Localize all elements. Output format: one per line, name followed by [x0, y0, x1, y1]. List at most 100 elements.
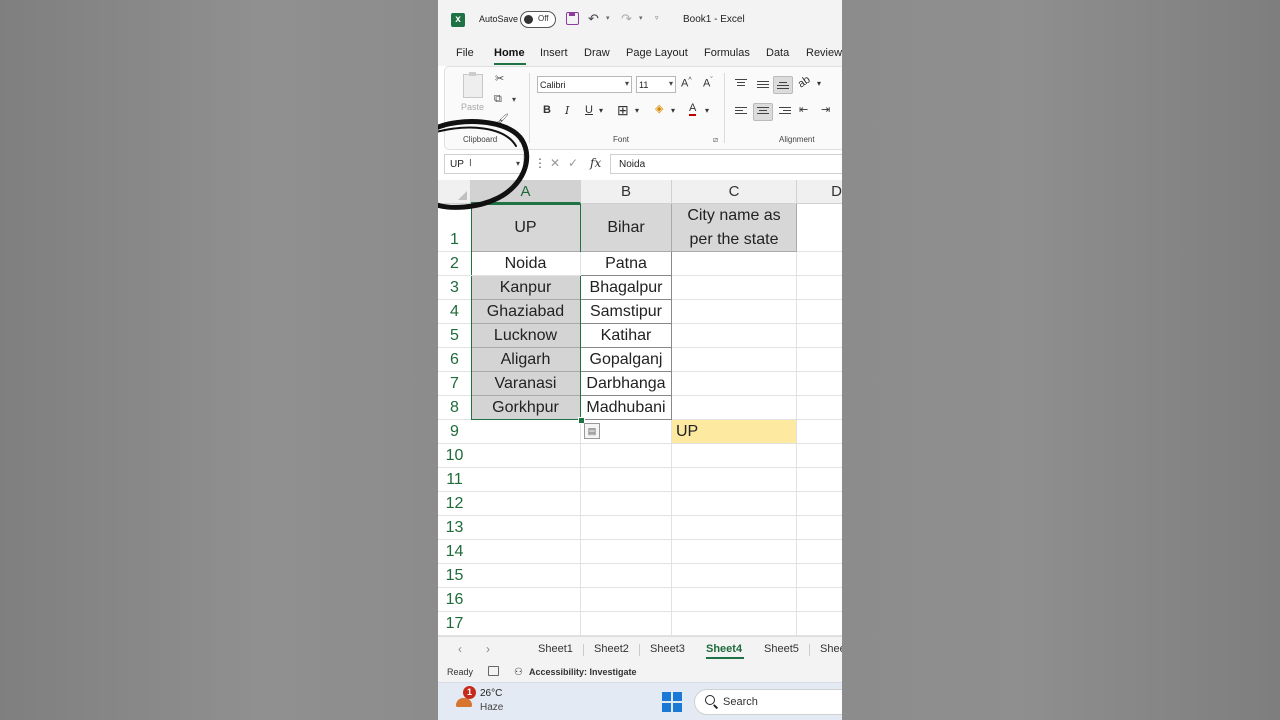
temperature[interactable]: 26°C: [480, 688, 502, 699]
clipboard-launcher-icon[interactable]: ⧄: [519, 135, 524, 145]
empty-cell[interactable]: [797, 372, 842, 396]
accessibility-status[interactable]: Accessibility: Investigate: [529, 667, 637, 677]
empty-cell[interactable]: [672, 516, 797, 540]
undo-dropdown-icon[interactable]: ▾: [606, 14, 610, 22]
empty-cell[interactable]: [672, 372, 797, 396]
align-middle-icon[interactable]: [757, 81, 769, 91]
redo-icon[interactable]: ↷: [621, 11, 632, 27]
font-size-select[interactable]: 11 ▾: [636, 76, 676, 93]
paste-options-icon[interactable]: ▤: [584, 423, 600, 439]
sheet-tab-sheet1[interactable]: Sheet1: [538, 643, 573, 655]
empty-cell[interactable]: [581, 444, 672, 468]
cell-c1[interactable]: City name as per the state: [672, 204, 797, 252]
empty-cell[interactable]: [797, 588, 842, 612]
font-name-select[interactable]: Calibri ▾: [537, 76, 632, 93]
empty-cell[interactable]: [471, 468, 581, 492]
empty-cell[interactable]: [672, 252, 797, 276]
borders-icon[interactable]: ⊞: [617, 102, 629, 119]
empty-cell[interactable]: [581, 540, 672, 564]
align-left-icon[interactable]: [735, 107, 747, 117]
cell-b8[interactable]: Madhubani: [581, 396, 672, 420]
increase-indent-icon[interactable]: ⇥: [821, 103, 830, 116]
row-header[interactable]: 8: [438, 396, 471, 420]
cell-b4[interactable]: Samstipur: [581, 300, 672, 324]
column-header-a[interactable]: A: [471, 180, 581, 204]
row-header[interactable]: 15: [438, 564, 471, 588]
empty-cell[interactable]: [672, 396, 797, 420]
font-color-icon[interactable]: A: [689, 102, 697, 116]
more-options-icon[interactable]: ⋮: [534, 156, 546, 170]
empty-cell[interactable]: [672, 468, 797, 492]
row-header[interactable]: 7: [438, 372, 471, 396]
row-header[interactable]: 13: [438, 516, 471, 540]
tab-home[interactable]: Home: [494, 47, 525, 59]
empty-cell[interactable]: [581, 588, 672, 612]
empty-cell[interactable]: [672, 348, 797, 372]
empty-cell[interactable]: [797, 396, 842, 420]
row-header[interactable]: 17: [438, 612, 471, 636]
cell-b3[interactable]: Bhagalpur: [581, 276, 672, 300]
weather-condition[interactable]: Haze: [480, 702, 503, 713]
windows-start-icon[interactable]: [662, 692, 682, 712]
row-header[interactable]: 3: [438, 276, 471, 300]
copy-icon[interactable]: ⧉: [494, 93, 502, 106]
select-all-button[interactable]: [438, 180, 471, 204]
macro-recorder-icon[interactable]: [488, 666, 499, 676]
format-painter-icon[interactable]: 🖌: [495, 113, 509, 126]
increase-font-icon[interactable]: A^: [681, 77, 692, 90]
save-icon[interactable]: [566, 12, 579, 25]
worksheet-grid[interactable]: A B C D 1 2 3 4 5 6 7 8 9 10 11 12 13 14…: [438, 180, 842, 636]
column-header-c[interactable]: C: [672, 180, 797, 204]
empty-cell[interactable]: [581, 564, 672, 588]
underline-dropdown-icon[interactable]: ▾: [599, 106, 603, 115]
tab-insert[interactable]: Insert: [540, 47, 568, 59]
cell-b7[interactable]: Darbhanga: [581, 372, 672, 396]
decrease-indent-icon[interactable]: ⇤: [799, 103, 808, 116]
cell-b2[interactable]: Patna: [581, 252, 672, 276]
undo-icon[interactable]: ↶: [588, 11, 599, 27]
tab-review[interactable]: Review: [806, 47, 842, 59]
cell-b5[interactable]: Katihar: [581, 324, 672, 348]
orientation-icon[interactable]: ab: [796, 74, 813, 91]
empty-cell[interactable]: [672, 540, 797, 564]
empty-cell[interactable]: [581, 612, 672, 636]
name-box[interactable]: UP I ▾: [444, 154, 524, 174]
sheet-tab-sheet6[interactable]: Shee: [820, 643, 842, 655]
fill-dropdown-icon[interactable]: ▾: [671, 106, 675, 115]
row-header[interactable]: 1: [438, 204, 471, 252]
empty-cell[interactable]: [672, 300, 797, 324]
empty-cell[interactable]: [672, 612, 797, 636]
empty-cell[interactable]: [471, 564, 581, 588]
taskbar-search[interactable]: Search: [694, 689, 842, 715]
row-header[interactable]: 9: [438, 420, 471, 444]
empty-cell[interactable]: [471, 588, 581, 612]
paste-label[interactable]: Paste: [461, 102, 484, 112]
empty-cell[interactable]: [581, 516, 672, 540]
sheet-tab-sheet3[interactable]: Sheet3: [650, 643, 685, 655]
cell-a7[interactable]: Varanasi: [471, 372, 581, 396]
cell-a2[interactable]: Noida: [471, 252, 581, 276]
empty-cell[interactable]: [797, 516, 842, 540]
empty-cell[interactable]: [581, 468, 672, 492]
empty-cell[interactable]: [471, 516, 581, 540]
empty-cell[interactable]: [672, 444, 797, 468]
cell-a4[interactable]: Ghaziabad: [471, 300, 581, 324]
redo-dropdown-icon[interactable]: ▾: [639, 14, 643, 22]
empty-cell[interactable]: [672, 276, 797, 300]
cell-b1[interactable]: Bihar: [581, 204, 672, 252]
tab-draw[interactable]: Draw: [584, 47, 610, 59]
empty-cell[interactable]: [581, 492, 672, 516]
empty-cell[interactable]: [797, 276, 842, 300]
chevron-right-icon[interactable]: ›: [486, 642, 490, 656]
column-header-b[interactable]: B: [581, 180, 672, 204]
cell-c9[interactable]: UP: [672, 420, 797, 444]
sheet-tab-sheet5[interactable]: Sheet5: [764, 643, 799, 655]
row-header[interactable]: 5: [438, 324, 471, 348]
cut-icon[interactable]: ✂: [495, 72, 504, 85]
cell-b6[interactable]: Gopalganj: [581, 348, 672, 372]
bold-button[interactable]: B: [543, 104, 551, 116]
empty-cell[interactable]: [797, 324, 842, 348]
empty-cell[interactable]: [471, 540, 581, 564]
empty-cell[interactable]: [471, 420, 581, 444]
align-top-icon[interactable]: [735, 79, 747, 89]
